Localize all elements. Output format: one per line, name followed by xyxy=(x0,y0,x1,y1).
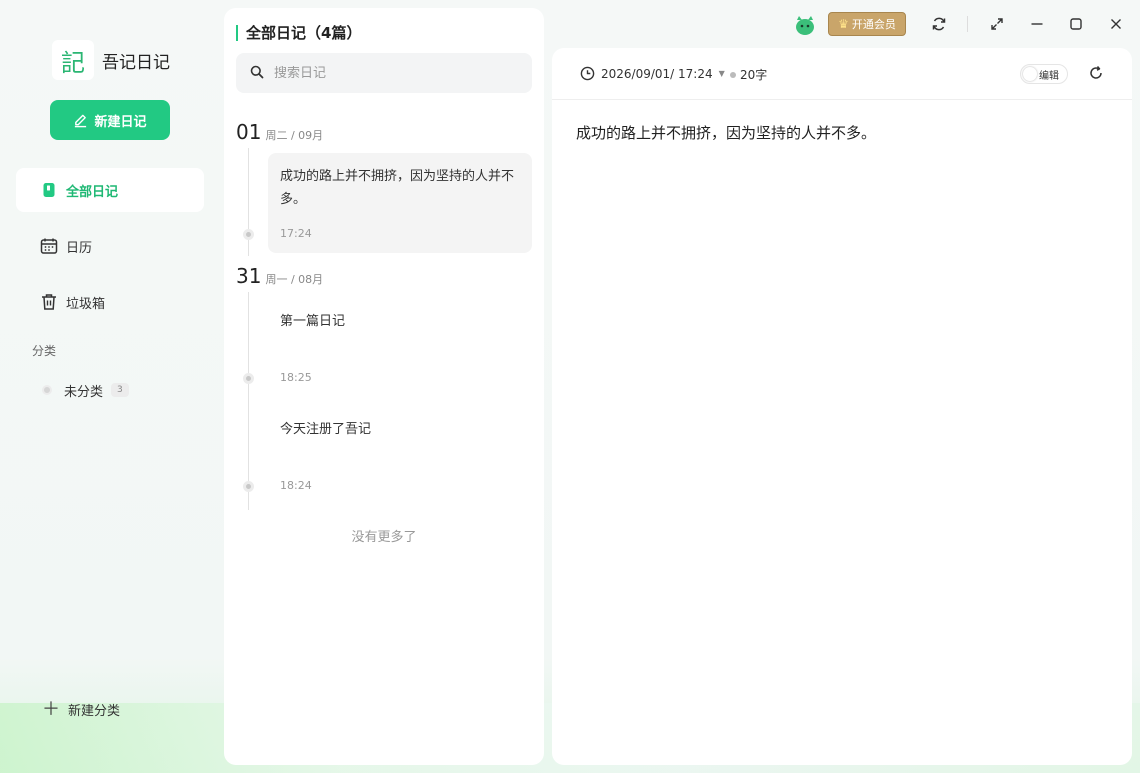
diary-editor: 2026/09/01/ 17:24 ▼ 20字 编辑 成功的路上并不拥挤，因为坚… xyxy=(552,48,1132,765)
titlebar-separator xyxy=(967,16,968,32)
nav-calendar[interactable]: 日历 xyxy=(16,224,204,268)
editor-toolbar: 2026/09/01/ 17:24 ▼ 20字 编辑 xyxy=(552,48,1132,100)
day-meta: 周二 / 09月 xyxy=(265,129,324,142)
day-meta: 周一 / 08月 xyxy=(265,273,324,286)
word-count: 20字 xyxy=(730,66,767,83)
new-diary-button[interactable]: 新建日记 xyxy=(50,100,170,140)
category-section-title: 分类 xyxy=(32,344,57,358)
nav-trash[interactable]: 垃圾箱 xyxy=(16,280,204,324)
caret-down-icon: ▼ xyxy=(718,69,725,78)
minimize-icon[interactable] xyxy=(1027,14,1047,34)
day-header: 01 周二 / 09月 xyxy=(236,120,323,144)
nav-label: 垃圾箱 xyxy=(66,296,106,312)
pencil-icon xyxy=(73,113,88,128)
entry-text: 今天注册了吾记 xyxy=(280,422,372,437)
timeline-dot xyxy=(243,229,254,240)
search-input[interactable] xyxy=(274,65,514,81)
entry-text: 成功的路上并不拥挤，因为坚持的人并不多。 xyxy=(280,169,515,207)
search-box[interactable] xyxy=(236,53,532,93)
plus-icon: ＋ xyxy=(42,698,60,720)
edit-toggle[interactable]: 编辑 xyxy=(1020,64,1068,84)
logo-icon: 記 xyxy=(52,40,94,80)
fullscreen-icon[interactable] xyxy=(987,14,1007,34)
datetime-text: 2026/09/01/ 17:24 xyxy=(601,66,713,81)
new-diary-label: 新建日记 xyxy=(94,114,147,130)
clock-icon xyxy=(580,66,595,81)
sync-icon[interactable] xyxy=(929,14,949,34)
toggle-knob xyxy=(1023,67,1037,81)
entry-time: 17:24 xyxy=(280,227,312,240)
entry-text: 第一篇日记 xyxy=(280,314,346,329)
category-count-badge: 3 xyxy=(111,383,129,397)
day-number: 31 xyxy=(236,264,262,288)
dot-icon xyxy=(730,71,736,78)
nav-label: 日历 xyxy=(66,240,93,256)
maximize-icon[interactable] xyxy=(1066,14,1086,34)
add-category-label: 新建分类 xyxy=(68,704,121,719)
vip-label: 开通会员 xyxy=(851,18,896,31)
datetime-picker[interactable]: 2026/09/01/ 17:24 ▼ xyxy=(580,66,725,81)
timeline-dot xyxy=(243,373,254,384)
title-accent-bar xyxy=(236,24,238,41)
avatar-icon[interactable] xyxy=(794,14,816,36)
search-icon xyxy=(250,64,264,83)
sidebar: 記 吾记日记 新建日记 全部日记 日历 垃圾箱 分类 未分类 3 ＋ 新建分类 xyxy=(0,0,220,773)
calendar-icon xyxy=(40,237,58,255)
nav-label: 全部日记 xyxy=(66,184,119,200)
add-category-button[interactable]: ＋ 新建分类 xyxy=(42,700,120,719)
list-title-text: 全部日记（4篇） xyxy=(246,24,362,42)
no-more-label: 没有更多了 xyxy=(351,530,417,545)
day-number: 01 xyxy=(236,120,262,144)
close-icon[interactable] xyxy=(1106,14,1126,34)
category-item-uncategorized[interactable]: 未分类 3 xyxy=(42,378,129,402)
trash-icon xyxy=(40,293,58,311)
app-logo: 記 吾记日记 xyxy=(52,40,170,80)
word-count-text: 20字 xyxy=(740,68,768,82)
nav-all-diaries[interactable]: 全部日记 xyxy=(16,168,204,212)
category-dot-icon xyxy=(42,385,52,395)
refresh-icon[interactable] xyxy=(1088,65,1104,85)
editor-content[interactable]: 成功的路上并不拥挤，因为坚持的人并不多。 xyxy=(576,122,876,143)
entry-time: 18:24 xyxy=(280,479,312,492)
diary-list-panel: 全部日记（4篇） 01 周二 / 09月 成功的路上并不拥挤，因为坚持的人并不多… xyxy=(224,8,544,765)
edit-toggle-label: 编辑 xyxy=(1039,70,1059,82)
list-title: 全部日记（4篇） xyxy=(236,22,361,43)
crown-icon: ♛ xyxy=(838,17,849,31)
day-header: 31 周一 / 08月 xyxy=(236,264,323,288)
entry-time: 18:25 xyxy=(280,371,312,384)
notebook-icon xyxy=(40,181,58,199)
timeline-line xyxy=(248,292,249,510)
timeline-dot xyxy=(243,481,254,492)
vip-button[interactable]: ♛ 开通会员 xyxy=(828,12,906,36)
app-name: 吾记日记 xyxy=(102,52,170,73)
category-label: 未分类 xyxy=(64,384,104,400)
